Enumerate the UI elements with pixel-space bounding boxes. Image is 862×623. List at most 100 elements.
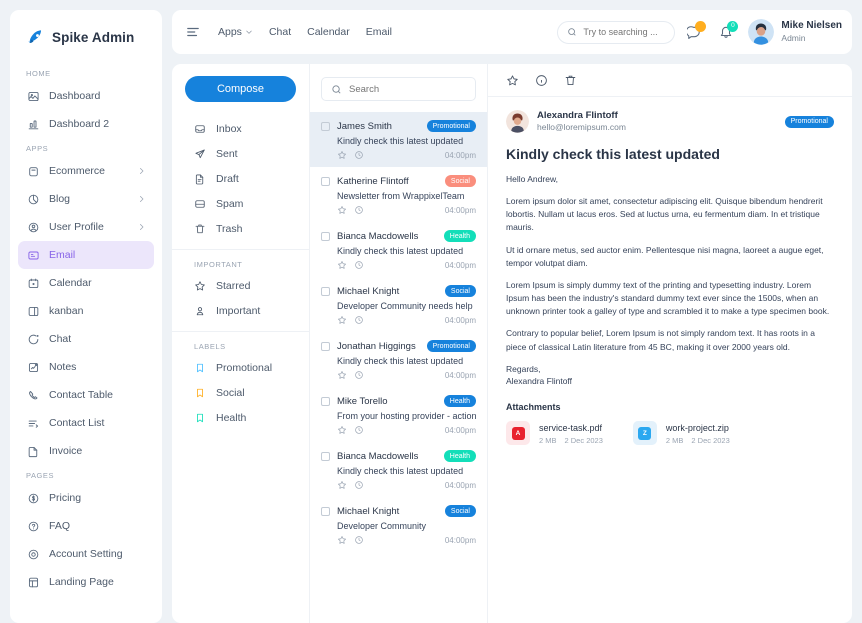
sidebar-item-contact-table[interactable]: Contact Table [18,381,154,409]
star-icon[interactable] [337,425,347,435]
attachment-item[interactable]: Zwork-project.zip 2 MB 2 Dec 2023 [632,421,738,446]
clock-icon[interactable] [354,150,364,160]
mail-important-starred[interactable]: Starred [172,273,309,298]
mail-folder-draft[interactable]: Draft [172,166,309,191]
mail-item-checkbox[interactable] [321,451,330,461]
mail-important-important[interactable]: Important [172,298,309,323]
info-button[interactable] [535,74,548,87]
sidebar-item-pricing[interactable]: Pricing [18,484,154,512]
clock-icon[interactable] [354,535,364,545]
sidebar-item-notes[interactable]: Notes [18,353,154,381]
star-icon[interactable] [337,315,347,325]
mail-item-checkbox[interactable] [321,341,330,351]
sidebar-item-label: Contact Table [49,389,114,401]
clock-icon[interactable] [354,205,364,215]
top-nav: Apps Chat Calendar Email [218,26,392,38]
sidebar-item-kanban[interactable]: kanban [18,297,154,325]
mail-item-header: Bianca Macdowells Health [321,230,476,242]
mail-label-label: Promotional [216,361,273,374]
mail-list-item[interactable]: Katherine Flintoff Social Newsletter from … [310,167,487,222]
mail-folder-label: Inbox [216,122,242,135]
mail-list-item[interactable]: Michael Knight Social Developer Community … [310,277,487,332]
clock-icon[interactable] [354,425,364,435]
global-search[interactable] [557,20,676,44]
mail-search-input[interactable] [349,83,466,95]
attachment-item[interactable]: Aservice-task.pdf 2 MB 2 Dec 2023 [506,421,611,446]
mail-item-tag: Health [443,395,476,407]
top-nav-label: Chat [268,26,292,38]
reader-tag: Promotional [784,115,834,128]
star-icon[interactable] [337,370,347,380]
mail-item-time: 04:00pm [444,425,476,435]
mail-item-subject: Kindly check this latest updated [337,466,464,476]
mail-list-item[interactable]: Bianca Macdowells Health Kindly check this… [310,442,487,497]
attachment-date: 2 Dec 2023 [691,435,730,445]
mail-label-health[interactable]: Health [172,405,309,430]
mail-folder-inbox[interactable]: Inbox [172,116,309,141]
top-nav-calendar[interactable]: Calendar [307,26,350,38]
user-menu[interactable]: Mike Nielsen Admin [748,19,842,45]
sidebar-item-invoice[interactable]: Invoice [18,437,154,465]
clock-icon[interactable] [354,370,364,380]
mail-item-checkbox[interactable] [321,231,330,241]
brand[interactable]: Spike Admin [10,10,162,63]
pdf-file-icon: A [506,421,530,446]
messages-button[interactable] [681,19,707,45]
mail-item-checkbox[interactable] [321,396,330,406]
sidebar-item-account-setting[interactable]: Account Setting [18,540,154,568]
sidebar-item-landing-page[interactable]: Landing Page [18,568,154,596]
clock-icon[interactable] [354,480,364,490]
mail-list-item[interactable]: James Smith Promotional Kindly check this … [310,112,487,167]
sidebar-item-chat[interactable]: Chat [18,325,154,353]
mail-paragraph: Lorem Ipsum is simply dummy text of the … [506,279,830,317]
bookmark-icon [194,361,207,374]
notifications-button[interactable]: 0 [713,19,739,45]
list-icon [26,416,40,430]
mail-list-item[interactable]: Jonathan Higgings Promotional Kindly check… [310,332,487,387]
chat-icon [26,332,40,346]
main-sidebar: Spike Admin HOME Dashboard Dashboard 2 APPS… [10,10,162,623]
mail-label-social[interactable]: Social [172,380,309,405]
mail-folder-trash[interactable]: Trash [172,216,309,241]
mail-list-item[interactable]: Mike Torello Health From your hosting prov… [310,387,487,442]
sidebar-item-faq[interactable]: FAQ [18,512,154,540]
sidebar-item-dashboard-2[interactable]: Dashboard 2 [18,110,154,138]
sidebar-item-email[interactable]: Email [18,241,154,269]
sidebar-item-dashboard[interactable]: Dashboard [18,82,154,110]
mail-search-box[interactable] [321,77,476,101]
sidebar-item-blog[interactable]: Blog [18,185,154,213]
mail-item-subject: Kindly check this latest updated [337,136,464,146]
delete-button[interactable] [564,74,577,87]
star-icon[interactable] [337,205,347,215]
mail-item-checkbox[interactable] [321,506,330,516]
top-nav-label: Calendar [307,26,350,38]
star-icon[interactable] [337,260,347,270]
mail-folder-spam[interactable]: Spam [172,191,309,216]
mail-item-checkbox[interactable] [321,121,330,131]
mail-item-checkbox[interactable] [321,286,330,296]
mail-list-item[interactable]: Michael Knight Social Developer Community 0… [310,497,487,552]
sidebar-item-calendar[interactable]: Calendar [18,269,154,297]
sidebar-item-ecommerce[interactable]: Ecommerce [18,157,154,185]
top-nav-apps[interactable]: Apps [218,26,253,38]
user-circle-icon [26,220,40,234]
mail-label-promotional[interactable]: Promotional [172,355,309,380]
search-input[interactable] [583,27,666,37]
mail-folder-sent[interactable]: Sent [172,141,309,166]
star-icon[interactable] [337,480,347,490]
star-icon[interactable] [337,150,347,160]
mail-item-checkbox[interactable] [321,176,330,186]
mail-list-item[interactable]: Bianca Macdowells Health Kindly check this… [310,222,487,277]
compose-button[interactable]: Compose [185,76,296,102]
mail-item-header: Katherine Flintoff Social [321,175,476,187]
star-icon[interactable] [337,535,347,545]
hamburger-icon[interactable] [186,25,201,40]
mail-label-label: Health [216,411,247,424]
clock-icon[interactable] [354,260,364,270]
top-nav-chat[interactable]: Chat [269,26,291,38]
star-button[interactable] [506,74,519,87]
sidebar-item-contact-list[interactable]: Contact List [18,409,154,437]
top-nav-email[interactable]: Email [366,26,392,38]
sidebar-item-user-profile[interactable]: User Profile [18,213,154,241]
clock-icon[interactable] [354,315,364,325]
